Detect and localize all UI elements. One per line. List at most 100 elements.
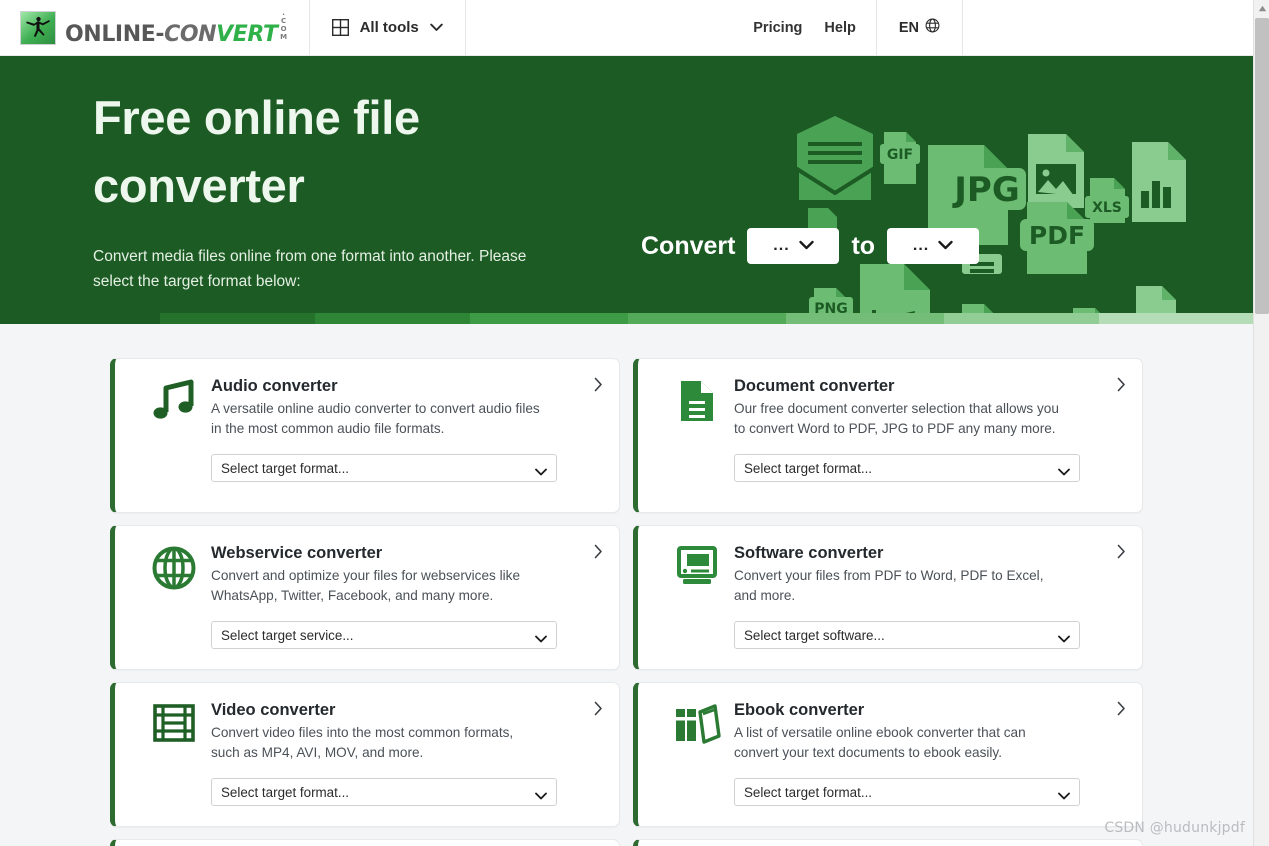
logo-text-con: CON (164, 22, 217, 47)
scrollbar-thumb[interactable] (1255, 18, 1269, 314)
image-file-icon (1028, 134, 1084, 208)
online-convert-runner-logo (20, 11, 56, 45)
globe-icon (925, 18, 940, 38)
card-body: Video converter Convert video files into… (211, 701, 597, 807)
chevron-right-icon[interactable] (594, 701, 603, 721)
chevron-right-icon[interactable] (594, 377, 603, 397)
logo-wordmark: ONLINE - CON VERT .COM (65, 9, 288, 47)
chevron-right-icon[interactable] (1117, 377, 1126, 397)
document-target-format-select[interactable]: Select target format... (734, 454, 1080, 483)
card-body: Ebook converter A list of versatile onli… (734, 701, 1120, 807)
chevron-down-icon (798, 237, 814, 255)
hero-title-line2: converter (93, 159, 305, 213)
logo-text-tld: .COM (279, 9, 288, 41)
language-switcher[interactable]: EN (877, 0, 963, 56)
convert-source-select[interactable]: ... (747, 228, 840, 264)
site-header: ONLINE - CON VERT .COM All tools Pricing… (0, 0, 1253, 56)
logo-text-vert: VERT (216, 22, 278, 47)
globe-icon (137, 544, 211, 649)
svg-text:GIF: GIF (887, 147, 913, 163)
header-tail-space (963, 0, 1253, 55)
chevron-right-icon[interactable] (1117, 544, 1126, 564)
monitor-icon (660, 544, 734, 649)
converter-card-ebook[interactable]: Ebook converter A list of versatile onli… (633, 682, 1143, 828)
pdf-file-icon: PDF (1020, 202, 1094, 274)
header-spacer (466, 0, 754, 55)
select-value: Select target format... (744, 784, 873, 800)
converter-card-audio[interactable]: Audio converter A versatile online audio… (110, 358, 620, 513)
chevron-right-icon[interactable] (1117, 701, 1126, 721)
chevron-down-icon (535, 464, 547, 479)
runner-glyph-icon (26, 16, 50, 37)
select-value: Select target format... (744, 460, 873, 476)
card-body: Software converter Convert your files fr… (734, 544, 1120, 650)
logo-text-online: ONLINE (65, 22, 156, 47)
card-title: Document converter (734, 377, 895, 395)
page-root: ONLINE - CON VERT .COM All tools Pricing… (0, 0, 1269, 846)
select-value: Select target service... (221, 627, 354, 643)
converter-card-webservice[interactable]: Webservice converter Convert and optimiz… (110, 525, 620, 671)
nav-link-pricing[interactable]: Pricing (753, 20, 802, 36)
card-title: Ebook converter (734, 701, 865, 720)
hero-stripe-band (0, 313, 1253, 324)
converter-card-partial-right[interactable] (633, 839, 1143, 846)
chevron-down-icon (1058, 788, 1070, 803)
stripe-segment-5 (628, 313, 786, 324)
hero-text-block: Free online file converter Convert media… (0, 56, 560, 295)
card-description: Convert and optimize your files for webs… (211, 568, 521, 604)
card-description: Convert your files from PDF to Word, PDF… (734, 568, 1044, 604)
card-body: Audio converter A versatile online audio… (211, 377, 597, 492)
books-icon (660, 701, 734, 806)
hero-title-line1: Free online file (93, 91, 420, 144)
stripe-segment-1 (0, 313, 160, 324)
nav-link-help[interactable]: Help (824, 20, 855, 36)
xls-file-icon: XLS (1085, 178, 1129, 223)
card-body: Webservice converter Convert and optimiz… (211, 544, 597, 650)
convert-to-label: to (851, 231, 876, 260)
card-description: A versatile online audio converter to co… (211, 401, 540, 437)
all-tools-menu[interactable]: All tools (310, 0, 466, 55)
site-logo[interactable]: ONLINE - CON VERT .COM (0, 0, 310, 56)
browser-viewport: ONLINE - CON VERT .COM All tools Pricing… (0, 0, 1253, 846)
stripe-segment-2 (160, 313, 315, 324)
grid-icon (331, 19, 349, 36)
chevron-right-icon[interactable] (594, 544, 603, 564)
chevron-down-icon (938, 237, 953, 255)
select-value: Select target software... (744, 627, 885, 643)
stripe-segment-6 (786, 313, 944, 324)
converter-card-video[interactable]: Video converter Convert video files into… (110, 682, 620, 828)
converter-card-document[interactable]: Document converter Our free document con… (633, 358, 1143, 513)
webservice-target-service-select[interactable]: Select target service... (211, 621, 557, 650)
watermark-text: CSDN @hudunkjpdf (1104, 820, 1245, 836)
card-title: Webservice converter (211, 544, 383, 562)
svg-text:XLS: XLS (1092, 200, 1122, 216)
stripe-segment-8 (1099, 313, 1253, 324)
logo-text-dash: - (155, 22, 165, 47)
stripe-segment-4 (470, 313, 628, 324)
converter-card-partial-left[interactable] (110, 839, 620, 846)
card-description: A list of versatile online ebook convert… (734, 725, 1026, 761)
film-strip-icon (137, 701, 211, 806)
converter-cards-section: Audio converter A versatile online audio… (0, 324, 1253, 846)
select-value: Select target format... (221, 460, 350, 476)
music-note-icon (137, 377, 211, 492)
page-scrollbar[interactable] (1253, 0, 1269, 846)
convert-source-value: ... (773, 237, 790, 254)
scrollbar-up-arrow-icon[interactable] (1254, 0, 1269, 17)
language-label: EN (898, 20, 919, 36)
audio-target-format-select[interactable]: Select target format... (211, 454, 557, 483)
header-nav: Pricing Help (753, 0, 877, 56)
convert-widget: Convert ... to ... (641, 228, 980, 264)
hero-section: GIF JPG XLS PDF PNG Free online file con… (0, 56, 1253, 324)
chevron-down-icon (535, 788, 547, 803)
convert-target-select[interactable]: ... (887, 228, 980, 264)
card-description: Our free document converter selection th… (734, 401, 1059, 437)
converter-card-software[interactable]: Software converter Convert your files fr… (633, 525, 1143, 671)
chevron-down-icon (1058, 631, 1070, 646)
svg-text:PDF: PDF (1029, 221, 1085, 250)
software-target-select[interactable]: Select target software... (734, 621, 1080, 650)
video-target-format-select[interactable]: Select target format... (211, 778, 557, 807)
ebook-target-format-select[interactable]: Select target format... (734, 778, 1080, 807)
card-body: Document converter Our free document con… (734, 377, 1120, 492)
hero-subtitle: Convert media files online from one form… (93, 248, 527, 291)
